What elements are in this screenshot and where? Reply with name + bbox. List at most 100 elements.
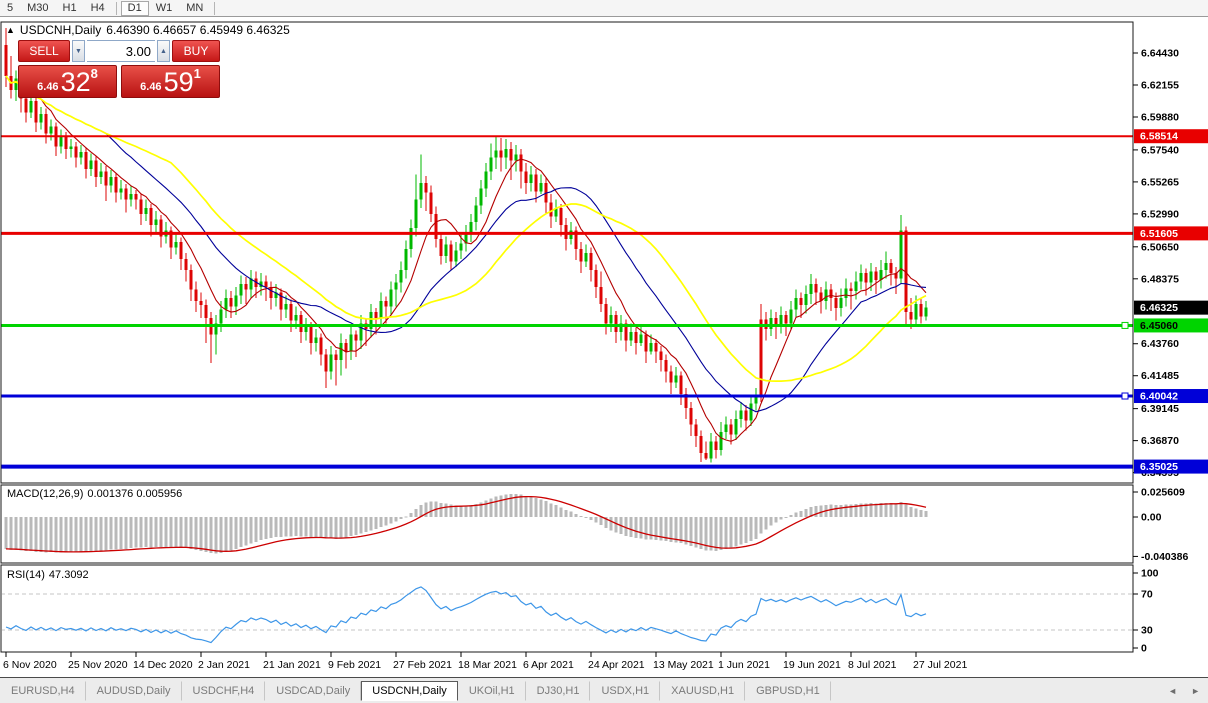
price-label-chip-text: 6.58514	[1140, 131, 1178, 143]
macd-histogram-bar	[755, 517, 758, 539]
candle-body	[89, 160, 92, 168]
macd-histogram-bar	[275, 517, 278, 537]
macd-histogram-bar	[560, 507, 563, 517]
buy-price-sup: 1	[194, 67, 201, 80]
macd-histogram-bar	[65, 517, 68, 552]
macd-histogram-bar	[170, 517, 173, 547]
candle-body	[114, 177, 117, 192]
candle-body	[824, 290, 827, 301]
macd-histogram-bar	[55, 517, 58, 553]
candle-body	[354, 335, 357, 341]
candle-body	[814, 284, 817, 292]
macd-histogram-bar	[715, 517, 718, 551]
macd-histogram-bar	[35, 517, 38, 552]
macd-histogram-bar	[485, 500, 488, 517]
macd-histogram-bar	[570, 511, 573, 517]
candle-body	[834, 298, 837, 308]
tab-usdx-h1[interactable]: USDX,H1	[590, 681, 660, 701]
macd-histogram-bar	[205, 517, 208, 552]
price-axis-tick-label: 6.36870	[1141, 435, 1179, 447]
sell-button[interactable]: SELL	[18, 40, 70, 62]
price-axis-tick-label: 6.43760	[1141, 338, 1179, 350]
buy-price-big: 59	[164, 70, 194, 95]
buy-price-box[interactable]: 6.46 59 1	[121, 65, 220, 98]
trading-terminal-window: 5M30H1H4D1W1MN 6.644306.621556.598806.57…	[0, 0, 1208, 703]
macd-axis-label: -0.040386	[1141, 551, 1188, 563]
candle-body	[729, 425, 732, 435]
price-label-chip-text: 6.40042	[1140, 391, 1178, 403]
tab-prev-icon[interactable]: ◄	[1168, 686, 1177, 696]
tab-usdcad-daily[interactable]: USDCAD,Daily	[265, 681, 361, 701]
price-label-chip-text: 6.46325	[1140, 302, 1178, 314]
tab-ukoil-h1[interactable]: UKOil,H1	[458, 681, 526, 701]
candle-body	[124, 188, 127, 199]
candle-body	[849, 288, 852, 291]
macd-histogram-bar	[580, 516, 583, 517]
macd-histogram-bar	[770, 517, 773, 525]
date-label: 1 Jun 2021	[718, 659, 770, 671]
price-chart-canvas[interactable]: 6.644306.621556.598806.575406.552656.529…	[0, 0, 1208, 677]
tab-audusd-daily[interactable]: AUDUSD,Daily	[86, 681, 182, 701]
macd-histogram-bar	[235, 517, 238, 549]
candle-body	[319, 338, 322, 355]
date-axis-layer: 6 Nov 202025 Nov 202014 Dec 20202 Jan 20…	[3, 652, 967, 671]
date-label: 27 Feb 2021	[393, 659, 452, 671]
macd-histogram-bar	[325, 517, 328, 539]
macd-histogram-bar	[190, 517, 193, 549]
candle-body	[874, 271, 877, 279]
candle-body	[654, 343, 657, 351]
macd-histogram-bar	[420, 505, 423, 517]
candle-body	[584, 253, 587, 261]
candle-body	[49, 127, 52, 134]
price-axis-tick-label: 6.52990	[1141, 208, 1179, 220]
macd-histogram-bar	[920, 510, 923, 517]
tab-gbpusd-h1[interactable]: GBPUSD,H1	[745, 681, 831, 701]
macd-histogram-bar	[200, 517, 203, 551]
volume-decrease-button[interactable]: ▼	[72, 40, 85, 62]
price-axis-tick-label: 6.57540	[1141, 144, 1179, 156]
macd-histogram-bar	[730, 517, 733, 548]
volume-input[interactable]	[87, 40, 155, 62]
macd-histogram-bar	[440, 503, 443, 517]
tab-xauusd-h1[interactable]: XAUUSD,H1	[660, 681, 745, 701]
candle-body	[694, 425, 697, 436]
tab-usdcnh-daily[interactable]: USDCNH,Daily	[361, 681, 458, 701]
candle-body	[669, 371, 672, 382]
candle-body	[224, 298, 227, 309]
tab-eurusd-h4[interactable]: EURUSD,H4	[0, 681, 86, 701]
candle-body	[419, 183, 422, 200]
candle-body	[29, 101, 32, 112]
rsi-axis-label: 70	[1141, 589, 1153, 601]
candle-body	[769, 318, 772, 329]
volume-increase-button[interactable]: ▲	[157, 40, 170, 62]
macd-histogram-bar	[25, 517, 28, 551]
candle-body	[494, 150, 497, 157]
candle-body	[479, 188, 482, 205]
macd-histogram-bar	[180, 517, 183, 547]
candle-body	[194, 290, 197, 301]
buy-button[interactable]: BUY	[172, 40, 220, 62]
spin-up-icon: ▲	[160, 48, 167, 55]
sell-price-big: 32	[61, 70, 91, 95]
candle-body	[314, 338, 317, 344]
tab-usdchf-h4[interactable]: USDCHF,H4	[182, 681, 266, 701]
sell-price-box[interactable]: 6.46 32 8	[18, 65, 117, 98]
candle-body	[839, 298, 842, 308]
macd-histogram-bar	[775, 517, 778, 522]
macd-histogram-bar	[100, 517, 103, 550]
macd-histogram-bar	[215, 517, 218, 554]
candle-body	[854, 281, 857, 291]
candle-body	[174, 242, 177, 248]
candle-body	[294, 315, 297, 321]
candle-body	[919, 304, 922, 317]
macd-histogram-bar	[265, 517, 268, 539]
candle-body	[414, 200, 417, 228]
macd-histogram-bar	[880, 503, 883, 517]
date-label: 9 Feb 2021	[328, 659, 381, 671]
candle-body	[754, 397, 757, 404]
chart-ohlc-values: 6.46390 6.46657 6.45949 6.46325	[106, 23, 290, 37]
macd-histogram-bar	[290, 517, 293, 536]
tab-dj30-h1[interactable]: DJ30,H1	[526, 681, 591, 701]
tab-next-icon[interactable]: ►	[1191, 686, 1200, 696]
macd-histogram-bar	[240, 517, 243, 547]
